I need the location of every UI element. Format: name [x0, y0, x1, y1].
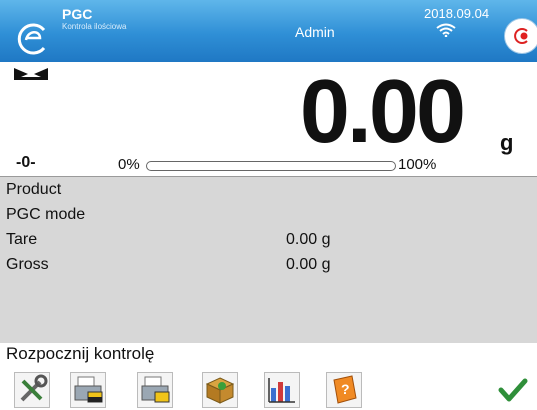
stability-indicator-icon	[14, 68, 48, 80]
toolbar: ?	[0, 369, 537, 410]
logo-icon	[17, 23, 46, 55]
wifi-icon	[436, 23, 456, 37]
confirm-check-icon[interactable]	[495, 372, 531, 408]
user-name[interactable]: Admin	[295, 24, 335, 40]
load-bargraph	[146, 161, 396, 171]
info-label-gross: Gross	[6, 256, 49, 273]
settings-tools-icon[interactable]	[14, 372, 50, 408]
bar-end-label: 100%	[398, 156, 437, 173]
info-value-gross: 0.00 g	[286, 256, 331, 273]
printer-icon[interactable]	[137, 372, 173, 408]
app-title: PGC	[62, 6, 93, 22]
info-label-mode: PGC mode	[6, 206, 86, 223]
info-panel: Product PGC mode Tare 0.00 g Gross 0.00 …	[0, 176, 537, 344]
bar-start-label: 0%	[118, 156, 140, 173]
info-value-tare: 0.00 g	[286, 231, 331, 248]
statistics-chart-icon[interactable]	[264, 372, 300, 408]
header-bar: PGC Kontrola ilościowa Admin 2018.09.04	[0, 0, 537, 62]
prompt-bar: Rozpocznij kontrolę	[0, 343, 537, 369]
weight-value: 0.00	[299, 62, 466, 162]
svg-text:?: ?	[341, 381, 350, 397]
record-button[interactable]	[504, 18, 537, 54]
database-box-icon[interactable]	[202, 372, 238, 408]
zero-indicator: -0-	[16, 154, 36, 171]
date-display: 2018.09.04	[424, 6, 490, 21]
weight-unit[interactable]: g	[500, 130, 513, 156]
info-label-product: Product	[6, 181, 62, 198]
info-label-tare: Tare	[6, 231, 38, 248]
prompt-text: Rozpocznij kontrolę	[6, 344, 155, 363]
app-subtitle: Kontrola ilościowa	[62, 22, 127, 31]
record-icon	[514, 28, 528, 44]
weighing-display: 0.00 g -0- 0% 100%	[0, 62, 537, 174]
help-book-icon[interactable]: ?	[326, 372, 362, 408]
label-printer-icon[interactable]	[70, 372, 106, 408]
